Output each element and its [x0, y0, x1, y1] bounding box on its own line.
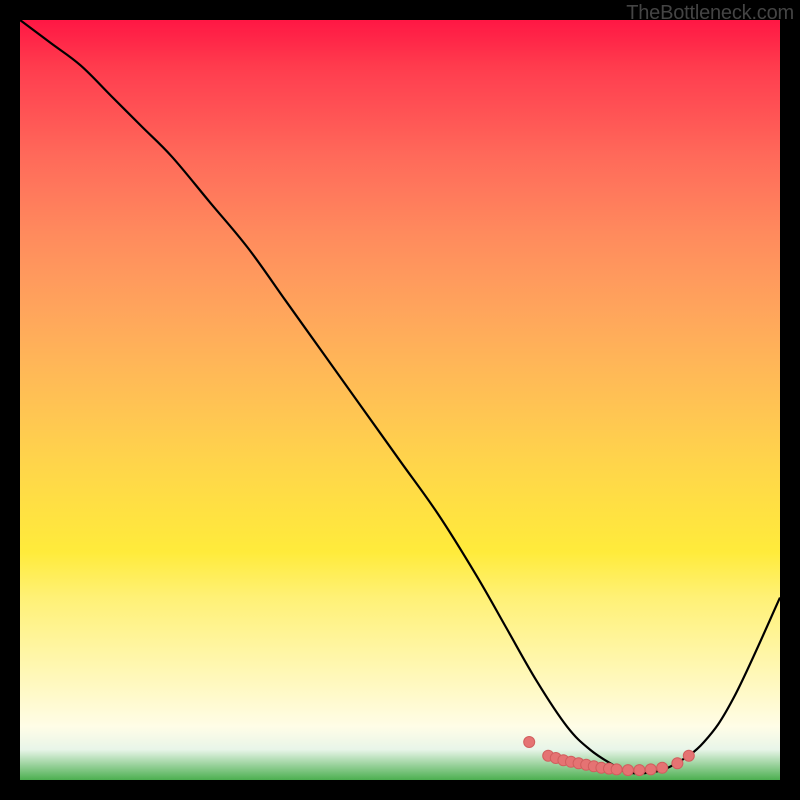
optimal-range-dots [524, 737, 695, 776]
bottleneck-chart [20, 20, 780, 780]
optimal-dot [623, 765, 634, 776]
optimal-dot [645, 764, 656, 775]
optimal-dot [672, 758, 683, 769]
optimal-dot [634, 765, 645, 776]
optimal-dot [524, 737, 535, 748]
bottleneck-curve-line [20, 20, 780, 773]
optimal-dot [611, 764, 622, 775]
attribution-text: TheBottleneck.com [626, 2, 794, 25]
optimal-dot [683, 750, 694, 761]
chart-svg [20, 20, 780, 780]
optimal-dot [657, 762, 668, 773]
